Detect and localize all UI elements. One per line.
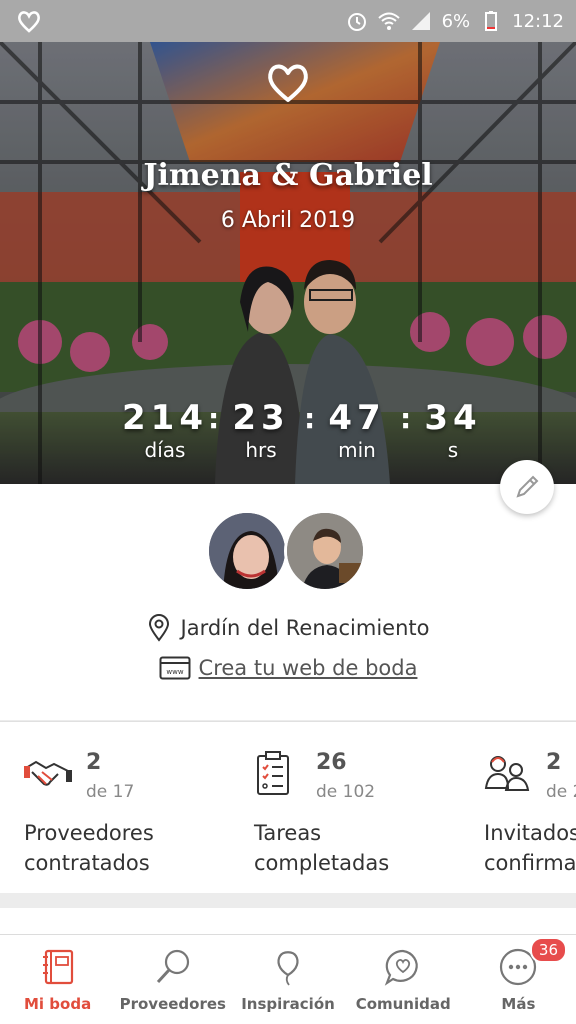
stat-count: 2 <box>546 750 562 775</box>
handshake-icon <box>24 760 72 786</box>
heart-logo-icon <box>268 64 308 102</box>
create-website-link[interactable]: www Crea tu web de boda <box>0 656 576 680</box>
stat-label: Proveedores contratados <box>24 821 154 875</box>
couple-avatars <box>206 510 368 594</box>
notebook-icon <box>42 949 73 985</box>
tab-label: Más <box>501 995 536 1013</box>
countdown-separator: : <box>400 402 412 435</box>
tab-mas[interactable]: Más 36 <box>461 935 576 1024</box>
countdown-separator: : <box>208 402 220 435</box>
signal-icon <box>411 12 430 30</box>
wedding-date: 6 Abril 2019 <box>220 208 356 233</box>
countdown-label: hrs <box>245 438 277 462</box>
create-website-label: Crea tu web de boda <box>198 656 418 680</box>
stat-vendors[interactable]: 2 de 17 Proveedores contratados <box>24 722 254 893</box>
next-card-edge <box>0 908 576 934</box>
edit-button[interactable] <box>500 460 554 514</box>
venue-name: Jardín del Renacimiento <box>180 616 430 640</box>
stat-tasks[interactable]: 26 de 102 Tareas completadas <box>254 722 484 893</box>
wedding-profile: Jardín del Renacimiento www Crea tu web … <box>0 484 576 720</box>
venue[interactable]: Jardín del Renacimiento <box>0 614 576 642</box>
wifi-icon <box>377 12 400 30</box>
clock-time: 12:12 <box>512 10 564 32</box>
countdown-days: 214 días <box>122 398 208 462</box>
stat-count: 26 <box>316 750 347 775</box>
countdown-value: 34 <box>424 398 482 438</box>
clipboard-icon <box>257 751 289 795</box>
countdown-label: días <box>144 438 186 462</box>
countdown-seconds: 34 s <box>410 398 496 462</box>
countdown-label: s <box>447 438 459 462</box>
tab-comunidad[interactable]: Comunidad <box>346 935 461 1024</box>
location-pin-icon <box>148 614 169 642</box>
status-bar: 6% 12:12 <box>0 0 576 42</box>
stat-total: de 17 <box>86 782 135 802</box>
stat-label: Invitadosconfirmados <box>484 821 576 875</box>
countdown-value: 47 <box>328 398 386 438</box>
tab-inspiracion[interactable]: Inspiración <box>230 935 345 1024</box>
battery-percent: 6% <box>441 10 471 32</box>
tab-proveedores[interactable]: Proveedores <box>115 935 230 1024</box>
balloon-icon <box>277 951 299 986</box>
countdown-value: 214 <box>122 398 208 438</box>
stat-total: de 2 <box>546 782 576 802</box>
tab-label: Comunidad <box>355 995 451 1013</box>
countdown-minutes: 47 min <box>314 398 400 462</box>
battery-icon <box>485 11 498 31</box>
magnifier-icon <box>156 949 189 984</box>
stat-total: de 102 <box>316 782 376 802</box>
stat-guests[interactable]: 2 de 2 Invitadosconfirmados <box>484 722 576 893</box>
tab-mi-boda[interactable]: Mi boda <box>0 935 115 1024</box>
bottom-tab-bar: Mi boda Proveedores Inspiración Comunida… <box>0 934 576 1024</box>
notification-badge: 36 <box>529 937 568 963</box>
app-heart-icon <box>18 11 40 33</box>
pencil-icon <box>516 475 539 498</box>
alarm-icon <box>347 13 366 31</box>
stat-count: 2 <box>86 750 102 775</box>
countdown-value: 23 <box>232 398 290 438</box>
wedding-cover: Jimena & Gabriel 6 Abril 2019 214 días :… <box>0 42 576 484</box>
countdown-hours: 23 hrs <box>218 398 304 462</box>
tab-label: Inspiración <box>241 995 335 1013</box>
avatar-bride[interactable] <box>206 510 288 592</box>
countdown: 214 días : 23 hrs : 47 min : 34 s <box>122 398 496 462</box>
wedding-stats: 2 de 17 Proveedores contratados 26 de 102… <box>0 721 576 893</box>
avatar-groom[interactable] <box>284 510 366 592</box>
countdown-label: min <box>338 438 376 462</box>
guests-icon <box>484 756 530 791</box>
stat-label: Tareas completadas <box>254 821 390 875</box>
svg-text:www: www <box>166 668 183 676</box>
countdown-separator: : <box>304 402 316 435</box>
couple-names: Jimena & Gabriel <box>143 158 433 193</box>
tab-label: Proveedores <box>119 995 226 1013</box>
website-icon: www <box>159 656 191 680</box>
chat-heart-icon <box>384 949 418 986</box>
tab-label: Mi boda <box>24 995 92 1013</box>
